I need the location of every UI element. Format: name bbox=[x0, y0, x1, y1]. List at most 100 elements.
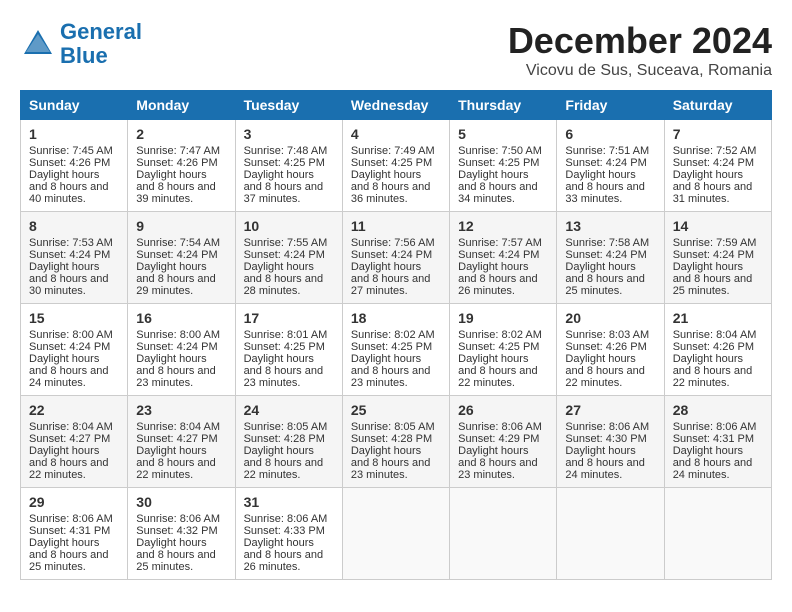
daylight-label: Daylight hours bbox=[565, 445, 635, 457]
calendar-day-cell: 18 Sunrise: 8:02 AM Sunset: 4:25 PM Dayl… bbox=[342, 304, 449, 396]
page-header: General Blue December 2024 Vicovu de Sus… bbox=[20, 20, 772, 80]
calendar-day-cell bbox=[450, 488, 557, 580]
daylight-value: and 8 hours and 25 minutes. bbox=[565, 273, 645, 297]
calendar-day-cell: 15 Sunrise: 8:00 AM Sunset: 4:24 PM Dayl… bbox=[21, 304, 128, 396]
daylight-label: Daylight hours bbox=[29, 445, 99, 457]
calendar-day-cell: 11 Sunrise: 7:56 AM Sunset: 4:24 PM Dayl… bbox=[342, 212, 449, 304]
day-number: 28 bbox=[673, 402, 763, 418]
calendar-header: Sunday Monday Tuesday Wednesday Thursday… bbox=[21, 91, 772, 120]
sunrise-label: Sunrise: 7:47 AM bbox=[136, 145, 220, 157]
sunset-label: Sunset: 4:28 PM bbox=[244, 433, 325, 445]
day-number: 30 bbox=[136, 494, 226, 510]
sunset-label: Sunset: 4:25 PM bbox=[244, 341, 325, 353]
daylight-label: Daylight hours bbox=[673, 353, 743, 365]
sunrise-label: Sunrise: 7:49 AM bbox=[351, 145, 435, 157]
calendar-day-cell bbox=[664, 488, 771, 580]
sunset-label: Sunset: 4:25 PM bbox=[458, 157, 539, 169]
sunrise-label: Sunrise: 7:58 AM bbox=[565, 237, 649, 249]
daylight-value: and 8 hours and 37 minutes. bbox=[244, 181, 324, 205]
calendar-day-cell: 9 Sunrise: 7:54 AM Sunset: 4:24 PM Dayli… bbox=[128, 212, 235, 304]
daylight-label: Daylight hours bbox=[458, 353, 528, 365]
sunset-label: Sunset: 4:26 PM bbox=[673, 341, 754, 353]
calendar-week-row: 8 Sunrise: 7:53 AM Sunset: 4:24 PM Dayli… bbox=[21, 212, 772, 304]
daylight-label: Daylight hours bbox=[244, 537, 314, 549]
sunset-label: Sunset: 4:24 PM bbox=[565, 157, 646, 169]
calendar-day-cell: 8 Sunrise: 7:53 AM Sunset: 4:24 PM Dayli… bbox=[21, 212, 128, 304]
daylight-value: and 8 hours and 25 minutes. bbox=[136, 549, 216, 573]
sunset-label: Sunset: 4:31 PM bbox=[29, 525, 110, 537]
daylight-label: Daylight hours bbox=[136, 169, 206, 181]
sunrise-label: Sunrise: 8:06 AM bbox=[458, 421, 542, 433]
sunset-label: Sunset: 4:24 PM bbox=[29, 341, 110, 353]
day-number: 17 bbox=[244, 310, 334, 326]
col-sunday: Sunday bbox=[21, 91, 128, 120]
col-friday: Friday bbox=[557, 91, 664, 120]
sunrise-label: Sunrise: 7:55 AM bbox=[244, 237, 328, 249]
calendar-day-cell: 28 Sunrise: 8:06 AM Sunset: 4:31 PM Dayl… bbox=[664, 396, 771, 488]
daylight-value: and 8 hours and 22 minutes. bbox=[458, 365, 538, 389]
sunrise-label: Sunrise: 8:06 AM bbox=[673, 421, 757, 433]
sunset-label: Sunset: 4:29 PM bbox=[458, 433, 539, 445]
sunset-label: Sunset: 4:24 PM bbox=[136, 249, 217, 261]
sunset-label: Sunset: 4:25 PM bbox=[351, 341, 432, 353]
sunrise-label: Sunrise: 7:50 AM bbox=[458, 145, 542, 157]
col-thursday: Thursday bbox=[450, 91, 557, 120]
day-number: 5 bbox=[458, 126, 548, 142]
daylight-value: and 8 hours and 27 minutes. bbox=[351, 273, 431, 297]
sunrise-label: Sunrise: 8:03 AM bbox=[565, 329, 649, 341]
calendar-day-cell: 31 Sunrise: 8:06 AM Sunset: 4:33 PM Dayl… bbox=[235, 488, 342, 580]
sunrise-label: Sunrise: 7:48 AM bbox=[244, 145, 328, 157]
calendar-day-cell: 5 Sunrise: 7:50 AM Sunset: 4:25 PM Dayli… bbox=[450, 120, 557, 212]
weekday-row: Sunday Monday Tuesday Wednesday Thursday… bbox=[21, 91, 772, 120]
sunset-label: Sunset: 4:28 PM bbox=[351, 433, 432, 445]
day-number: 26 bbox=[458, 402, 548, 418]
daylight-label: Daylight hours bbox=[29, 169, 99, 181]
sunrise-label: Sunrise: 7:59 AM bbox=[673, 237, 757, 249]
day-number: 23 bbox=[136, 402, 226, 418]
daylight-value: and 8 hours and 24 minutes. bbox=[673, 457, 753, 481]
calendar-day-cell: 25 Sunrise: 8:05 AM Sunset: 4:28 PM Dayl… bbox=[342, 396, 449, 488]
calendar-week-row: 1 Sunrise: 7:45 AM Sunset: 4:26 PM Dayli… bbox=[21, 120, 772, 212]
sunset-label: Sunset: 4:25 PM bbox=[244, 157, 325, 169]
calendar-day-cell: 7 Sunrise: 7:52 AM Sunset: 4:24 PM Dayli… bbox=[664, 120, 771, 212]
calendar-day-cell: 16 Sunrise: 8:00 AM Sunset: 4:24 PM Dayl… bbox=[128, 304, 235, 396]
day-number: 16 bbox=[136, 310, 226, 326]
day-number: 21 bbox=[673, 310, 763, 326]
daylight-value: and 8 hours and 22 minutes. bbox=[136, 457, 216, 481]
sunset-label: Sunset: 4:32 PM bbox=[136, 525, 217, 537]
day-number: 22 bbox=[29, 402, 119, 418]
logo-icon bbox=[20, 26, 56, 62]
sunset-label: Sunset: 4:33 PM bbox=[244, 525, 325, 537]
sunrise-label: Sunrise: 8:02 AM bbox=[351, 329, 435, 341]
col-wednesday: Wednesday bbox=[342, 91, 449, 120]
calendar-day-cell: 4 Sunrise: 7:49 AM Sunset: 4:25 PM Dayli… bbox=[342, 120, 449, 212]
daylight-label: Daylight hours bbox=[244, 261, 314, 273]
sunrise-label: Sunrise: 8:01 AM bbox=[244, 329, 328, 341]
col-monday: Monday bbox=[128, 91, 235, 120]
sunset-label: Sunset: 4:24 PM bbox=[458, 249, 539, 261]
calendar-day-cell: 2 Sunrise: 7:47 AM Sunset: 4:26 PM Dayli… bbox=[128, 120, 235, 212]
day-number: 14 bbox=[673, 218, 763, 234]
calendar-day-cell: 22 Sunrise: 8:04 AM Sunset: 4:27 PM Dayl… bbox=[21, 396, 128, 488]
daylight-label: Daylight hours bbox=[565, 261, 635, 273]
daylight-label: Daylight hours bbox=[351, 353, 421, 365]
day-number: 31 bbox=[244, 494, 334, 510]
daylight-value: and 8 hours and 22 minutes. bbox=[244, 457, 324, 481]
month-title: December 2024 bbox=[508, 20, 772, 62]
daylight-value: and 8 hours and 30 minutes. bbox=[29, 273, 109, 297]
calendar-week-row: 15 Sunrise: 8:00 AM Sunset: 4:24 PM Dayl… bbox=[21, 304, 772, 396]
sunrise-label: Sunrise: 7:45 AM bbox=[29, 145, 113, 157]
daylight-value: and 8 hours and 40 minutes. bbox=[29, 181, 109, 205]
daylight-label: Daylight hours bbox=[458, 261, 528, 273]
sunset-label: Sunset: 4:27 PM bbox=[136, 433, 217, 445]
sunset-label: Sunset: 4:25 PM bbox=[458, 341, 539, 353]
sunset-label: Sunset: 4:26 PM bbox=[29, 157, 110, 169]
sunrise-label: Sunrise: 7:57 AM bbox=[458, 237, 542, 249]
sunset-label: Sunset: 4:26 PM bbox=[565, 341, 646, 353]
daylight-label: Daylight hours bbox=[351, 261, 421, 273]
calendar-day-cell bbox=[557, 488, 664, 580]
sunrise-label: Sunrise: 7:54 AM bbox=[136, 237, 220, 249]
calendar-day-cell: 26 Sunrise: 8:06 AM Sunset: 4:29 PM Dayl… bbox=[450, 396, 557, 488]
sunrise-label: Sunrise: 8:00 AM bbox=[136, 329, 220, 341]
daylight-label: Daylight hours bbox=[136, 261, 206, 273]
